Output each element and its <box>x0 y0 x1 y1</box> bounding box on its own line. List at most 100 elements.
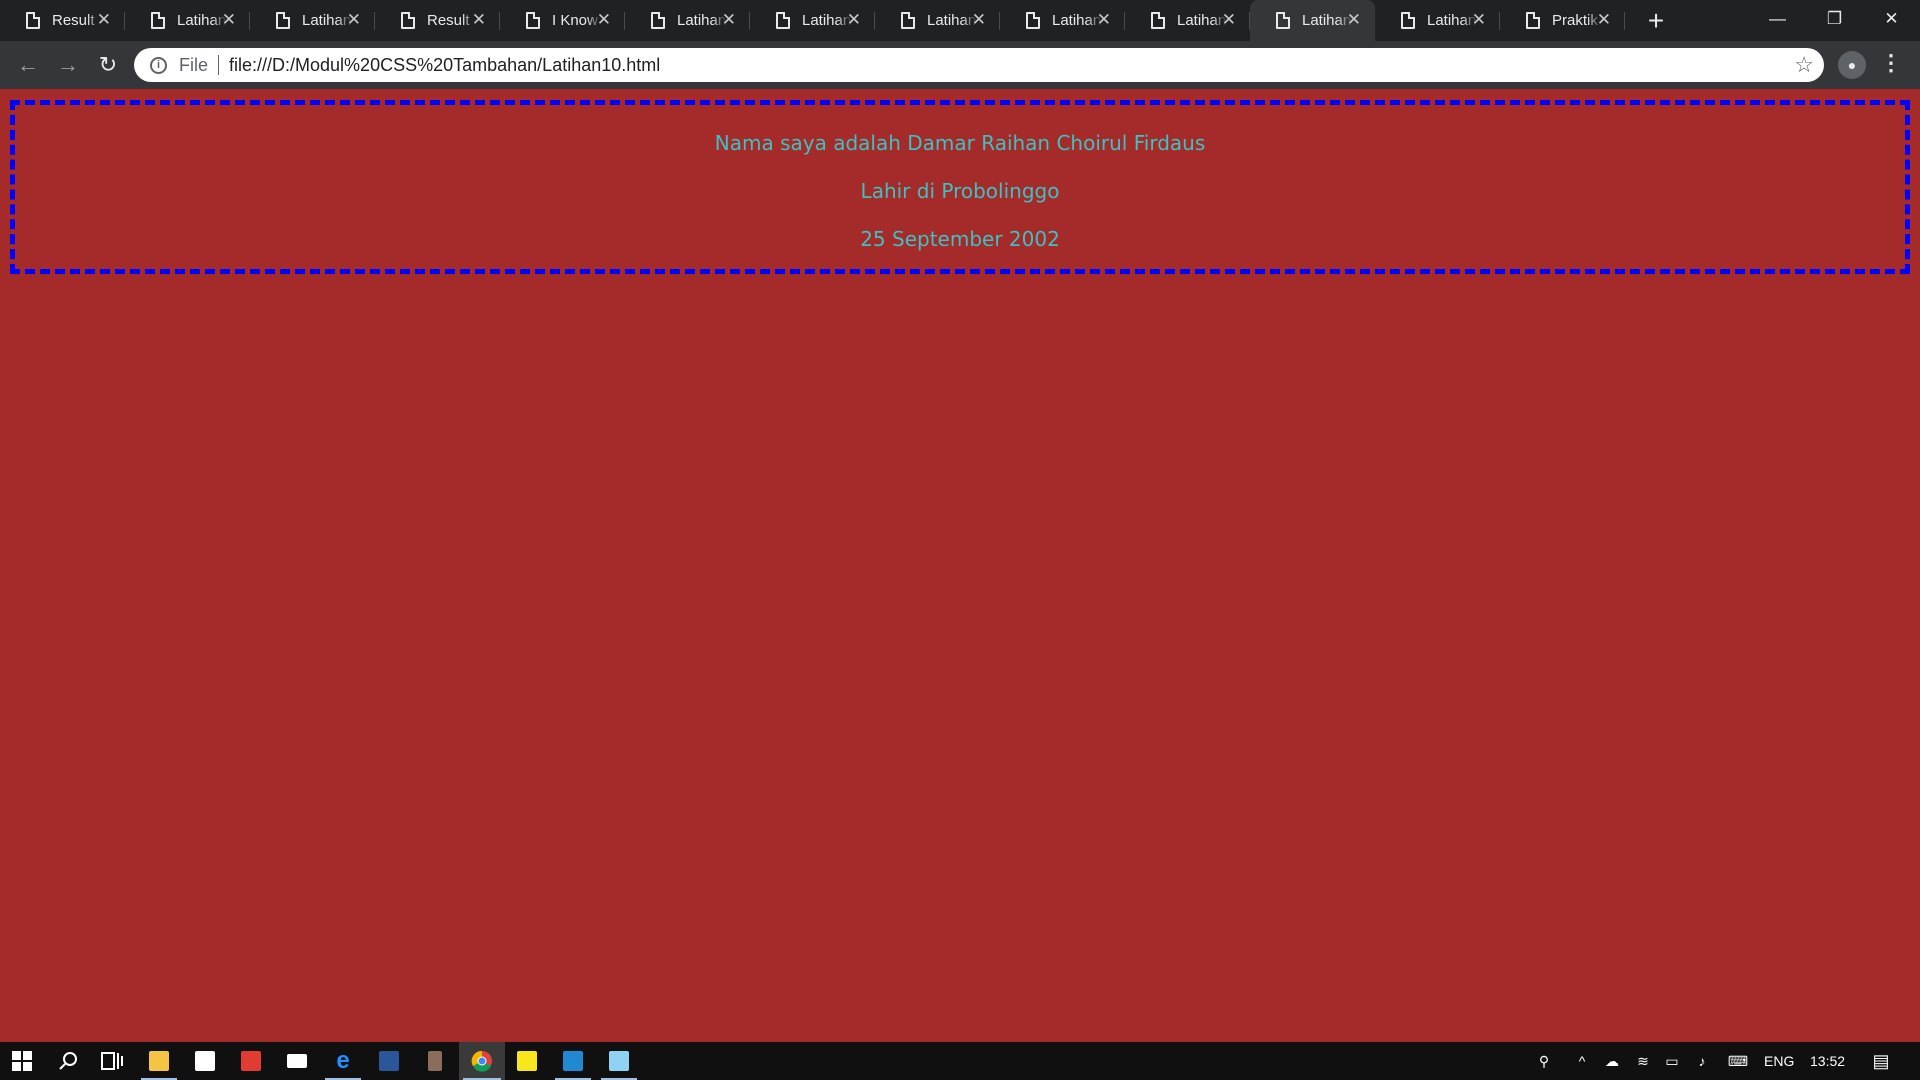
tab-title: Latihan <box>177 12 227 29</box>
browser-tab[interactable]: Result ✕ <box>375 0 500 41</box>
tab-close-icon[interactable]: ✕ <box>347 11 361 29</box>
document-icon <box>1026 12 1040 29</box>
birthplace-text: Lahir di Probolinggo <box>860 179 1060 203</box>
tab-close-icon[interactable]: ✕ <box>972 11 986 29</box>
document-icon <box>901 12 915 29</box>
browser-tab[interactable]: Latihan ✕ <box>750 0 875 41</box>
tab-title: Latihan <box>302 12 352 29</box>
browser-toolbar: ← → ↻ i File file:///D:/Modul%20CSS%20Ta… <box>0 41 1920 89</box>
tab-close-icon[interactable]: ✕ <box>722 11 736 29</box>
restore-button[interactable]: ❐ <box>1806 0 1863 38</box>
forward-button[interactable]: → <box>52 49 84 81</box>
people-icon[interactable]: ⚲ <box>1532 1042 1556 1080</box>
tab-title: I Know <box>552 12 598 29</box>
address-bar[interactable]: i File file:///D:/Modul%20CSS%20Tambahan… <box>134 48 1824 82</box>
word-icon[interactable] <box>367 1042 411 1080</box>
document-icon <box>26 12 40 29</box>
name-text: Nama saya adalah Damar Raihan Choirul Fi… <box>714 131 1206 155</box>
store-icon[interactable] <box>183 1042 227 1080</box>
bookmark-star-icon[interactable]: ☆ <box>1794 52 1814 78</box>
tab-close-icon[interactable]: ✕ <box>97 11 111 29</box>
tab-title: Latihan <box>1427 12 1477 29</box>
windows-start-icon[interactable] <box>0 1042 44 1080</box>
document-icon <box>151 12 165 29</box>
tab-close-icon[interactable]: ✕ <box>597 11 611 29</box>
tab-close-icon[interactable]: ✕ <box>1222 11 1236 29</box>
document-icon <box>1401 12 1415 29</box>
document-icon <box>651 12 665 29</box>
minimize-button[interactable]: — <box>1749 0 1806 38</box>
task-view-icon[interactable] <box>90 1042 134 1080</box>
reload-button[interactable]: ↻ <box>92 49 124 81</box>
back-button[interactable]: ← <box>12 49 44 81</box>
file-explorer-icon[interactable] <box>137 1042 181 1080</box>
vscode-icon[interactable] <box>551 1042 595 1080</box>
onedrive-cloud-icon[interactable]: ☁ <box>1600 1042 1624 1080</box>
url-text[interactable]: file:///D:/Modul%20CSS%20Tambahan/Latiha… <box>229 55 660 76</box>
battery-icon[interactable]: ▭ <box>1660 1042 1684 1080</box>
browser-tab[interactable]: Praktik ✕ <box>1500 0 1625 41</box>
wifi-icon[interactable]: ≋ <box>1632 1042 1654 1080</box>
tab-title: Latihan <box>802 12 852 29</box>
tab-close-icon[interactable]: ✕ <box>1097 11 1111 29</box>
edge-icon[interactable]: e <box>321 1042 365 1080</box>
browser-tab[interactable]: Latihan ✕ <box>1000 0 1125 41</box>
browser-tab[interactable]: Latihan ✕ <box>1250 0 1375 41</box>
info-icon[interactable]: i <box>150 56 167 74</box>
profile-avatar-icon[interactable]: ● <box>1838 51 1866 79</box>
tab-separator <box>1624 12 1625 30</box>
document-icon <box>1151 12 1165 29</box>
tab-close-icon[interactable]: ✕ <box>1597 11 1611 29</box>
tab-close-icon[interactable]: ✕ <box>472 11 486 29</box>
document-icon <box>276 12 290 29</box>
tab-title: Result <box>52 12 95 29</box>
scheme-label: File <box>179 54 209 75</box>
tab-close-icon[interactable]: ✕ <box>1347 11 1361 29</box>
browser-menu-icon[interactable]: ⋮ <box>1880 50 1902 76</box>
sticky-notes-icon[interactable] <box>505 1042 549 1080</box>
browser-tab[interactable]: Latihan ✕ <box>1375 0 1500 41</box>
close-window-button[interactable]: ✕ <box>1863 0 1920 38</box>
new-tab-button[interactable]: + <box>1635 0 1677 41</box>
address-divider <box>218 55 220 75</box>
app-icon[interactable] <box>413 1042 457 1080</box>
tab-close-icon[interactable]: ✕ <box>847 11 861 29</box>
notifications-icon[interactable]: ▤ <box>1866 1042 1896 1080</box>
document-icon <box>526 12 540 29</box>
clock[interactable]: 13:52 <box>1810 1042 1845 1080</box>
notepad-icon[interactable] <box>597 1042 641 1080</box>
document-icon <box>401 12 415 29</box>
bio-box: Nama saya adalah Damar Raihan Choirul Fi… <box>10 100 1910 274</box>
language-indicator[interactable]: ENG <box>1764 1042 1794 1080</box>
browser-tab[interactable]: Latihan ✕ <box>125 0 250 41</box>
browser-tab[interactable]: Result ✕ <box>0 0 125 41</box>
tab-close-icon[interactable]: ✕ <box>1472 11 1486 29</box>
search-icon[interactable] <box>46 1042 90 1080</box>
tab-title: Latihan <box>677 12 727 29</box>
browser-tab[interactable]: Latihan ✕ <box>625 0 750 41</box>
browser-tab[interactable]: Latihan ✕ <box>875 0 1000 41</box>
tab-title: Latihan <box>1177 12 1227 29</box>
browser-tab[interactable]: Latihan ✕ <box>250 0 375 41</box>
tab-title: Praktik <box>1552 12 1598 29</box>
tab-close-icon[interactable]: ✕ <box>222 11 236 29</box>
tab-title: Latihan <box>927 12 977 29</box>
document-icon <box>776 12 790 29</box>
chrome-icon[interactable] <box>459 1042 505 1080</box>
birthdate-text: 25 September 2002 <box>860 227 1060 251</box>
keyboard-icon[interactable]: ⌨ <box>1722 1042 1754 1080</box>
browser-tab[interactable]: I Know ✕ <box>500 0 625 41</box>
gift-icon[interactable] <box>229 1042 273 1080</box>
windows-taskbar: e ⚲ ^ ☁ ≋ ▭ ♪ ⌨ ENG 13:52 ▤ <box>0 1042 1920 1080</box>
mail-icon[interactable] <box>275 1042 319 1080</box>
tab-title: Result <box>427 12 470 29</box>
tab-title: Latihan <box>1052 12 1102 29</box>
document-icon <box>1276 12 1290 29</box>
page-viewport: Nama saya adalah Damar Raihan Choirul Fi… <box>0 89 1920 1042</box>
volume-icon[interactable]: ♪ <box>1690 1042 1714 1080</box>
tab-title: Latihan <box>1302 12 1352 29</box>
document-icon <box>1526 12 1540 29</box>
browser-tab-strip: Result ✕ Latihan ✕ Latihan ✕ Result ✕ I Know ✕ Lat… <box>0 0 1920 41</box>
browser-tab[interactable]: Latihan ✕ <box>1125 0 1250 41</box>
chevron-up-icon[interactable]: ^ <box>1572 1042 1592 1080</box>
